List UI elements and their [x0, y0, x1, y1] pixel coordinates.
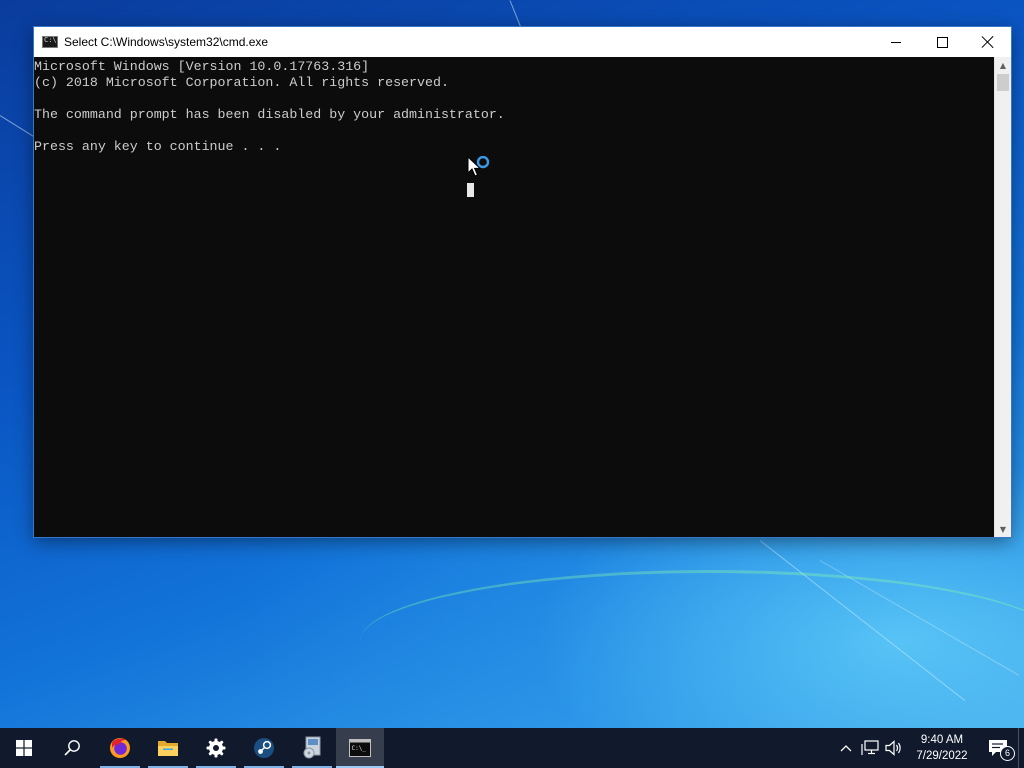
- notification-count-badge: 6: [1000, 746, 1015, 761]
- taskbar-settings[interactable]: [192, 728, 240, 768]
- start-button[interactable]: [0, 728, 48, 768]
- text-cursor: [467, 183, 474, 197]
- clock[interactable]: 9:40 AM 7/29/2022: [906, 728, 978, 768]
- scroll-up-button[interactable]: ▲: [995, 57, 1011, 73]
- scroll-thumb[interactable]: [997, 74, 1009, 91]
- show-desktop-button[interactable]: [1018, 728, 1024, 768]
- show-hidden-icons-button[interactable]: [834, 728, 858, 768]
- taskbar-command-prompt[interactable]: C:\_: [336, 728, 384, 768]
- gear-icon: [206, 738, 226, 758]
- console-output-area[interactable]: Microsoft Windows [Version 10.0.17763.31…: [34, 57, 994, 537]
- steam-icon: [254, 738, 274, 758]
- network-button[interactable]: [858, 728, 882, 768]
- close-button[interactable]: [965, 27, 1011, 57]
- installer-icon: [303, 736, 321, 759]
- svg-text:C:\_: C:\_: [352, 745, 367, 752]
- console-output: Microsoft Windows [Version 10.0.17763.31…: [34, 59, 505, 155]
- minimize-button[interactable]: [873, 27, 919, 57]
- firefox-icon: [110, 738, 130, 758]
- chevron-up-icon: [840, 745, 852, 752]
- clock-time: 9:40 AM: [920, 734, 964, 746]
- system-tray: 9:40 AM 7/29/2022 6: [834, 728, 1024, 768]
- vertical-scrollbar[interactable]: ▲ ▼: [994, 57, 1011, 537]
- volume-button[interactable]: [882, 728, 906, 768]
- windows-start-icon: [16, 740, 32, 756]
- busy-pointer-icon: [467, 156, 490, 177]
- title-bar[interactable]: Select C:\Windows\system32\cmd.exe: [34, 27, 1011, 57]
- volume-icon: [885, 740, 901, 756]
- console-line: The command prompt has been disabled by …: [34, 107, 505, 122]
- maximize-button[interactable]: [919, 27, 965, 57]
- taskbar-installer[interactable]: [288, 728, 336, 768]
- taskbar-steam[interactable]: [240, 728, 288, 768]
- minimize-icon: [891, 41, 901, 43]
- search-icon: [64, 740, 80, 756]
- console-line: (c) 2018 Microsoft Corporation. All righ…: [34, 75, 449, 90]
- console-line: Microsoft Windows [Version 10.0.17763.31…: [34, 59, 370, 74]
- command-prompt-window[interactable]: Select C:\Windows\system32\cmd.exe Micro…: [34, 27, 1011, 537]
- window-title: Select C:\Windows\system32\cmd.exe: [64, 35, 269, 49]
- maximize-icon: [936, 36, 948, 48]
- network-icon: [861, 740, 879, 755]
- search-button[interactable]: [48, 728, 96, 768]
- action-center-button[interactable]: 6: [978, 728, 1018, 768]
- taskbar: C:\_ 9:40 AM 7/29/2022 6: [0, 728, 1024, 768]
- console-line: Press any key to continue . . .: [34, 139, 282, 154]
- scroll-up-arrow-icon: ▲: [999, 60, 1007, 70]
- scroll-down-button[interactable]: ▼: [995, 521, 1011, 537]
- close-icon: [982, 36, 994, 48]
- clock-date: 7/29/2022: [916, 750, 968, 762]
- wallpaper-streak: [509, 0, 523, 31]
- wallpaper-glow: [360, 570, 1024, 713]
- taskbar-firefox[interactable]: [96, 728, 144, 768]
- console-icon[interactable]: [42, 36, 58, 48]
- folder-icon: [158, 741, 178, 756]
- taskbar-file-explorer[interactable]: [144, 728, 192, 768]
- scroll-down-arrow-icon: ▼: [999, 524, 1007, 534]
- console-icon: C:\_: [349, 739, 371, 757]
- desktop[interactable]: Select C:\Windows\system32\cmd.exe Micro…: [0, 0, 1024, 768]
